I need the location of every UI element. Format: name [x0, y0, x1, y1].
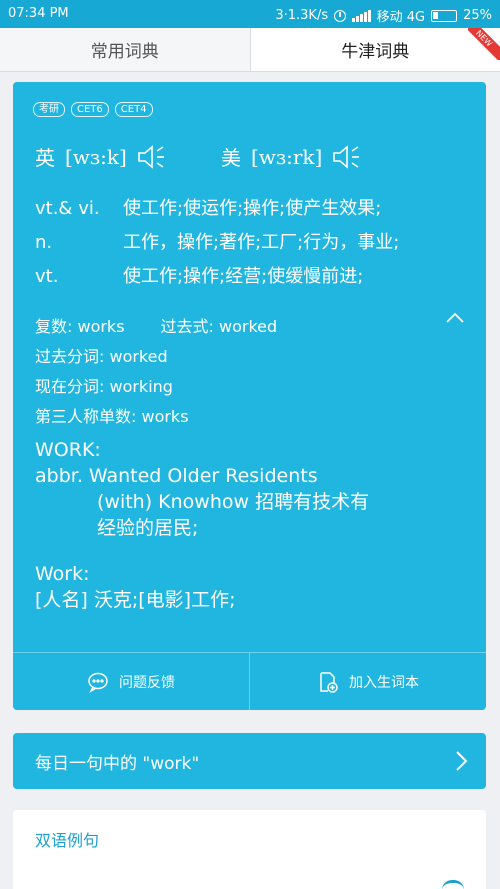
- tab-label: 牛津词典: [341, 42, 410, 62]
- pron-us-ipa: [wɜ:rk]: [251, 144, 323, 169]
- exam-tags: 考研 CET6 CET4: [33, 102, 153, 117]
- status-bar: 07:34 PM 3·1.3K/s 移动 4G 25%: [0, 0, 500, 28]
- chat-bubble-icon: [88, 672, 108, 693]
- tab-common-dictionary[interactable]: 常用词典: [0, 28, 250, 71]
- form-present-participle: 现在分词: working: [35, 377, 173, 396]
- form-plural: 复数: works: [35, 317, 125, 336]
- extra-entries: WORK: abbr. Wanted Older Residents (with…: [35, 437, 369, 613]
- abbr-heading: WORK:: [35, 439, 101, 461]
- definitions-list: vt.& vi. 使工作;使运作;操作;使产生效果; n. 工作，操作;著作;工…: [35, 192, 475, 294]
- dictionary-tabs: 常用词典 牛津词典 NEW: [0, 28, 500, 72]
- word-forms: 复数: works 过去式: worked 过去分词: worked 现在分词: …: [35, 312, 277, 432]
- word-form-row: 复数: works 过去式: worked: [35, 312, 277, 342]
- definition-row: vt. 使工作;操作;经营;使缓慢前进;: [35, 260, 475, 294]
- abbr-line: 经验的居民;: [97, 517, 199, 539]
- add-vocab-label: 加入生词本: [349, 674, 419, 691]
- new-badge: NEW: [468, 28, 500, 60]
- battery-icon: [431, 9, 458, 22]
- tab-oxford-dictionary[interactable]: 牛津词典 NEW: [249, 28, 500, 71]
- pron-uk-ipa: [wɜ:k]: [65, 144, 127, 169]
- definition-meaning: 工作，操作;著作;工厂;行为，事业;: [123, 232, 400, 253]
- tag-cet6: CET6: [71, 102, 109, 117]
- signal-icon: [352, 9, 371, 22]
- daily-sentence-link[interactable]: 每日一句中的 "work": [13, 733, 486, 789]
- chevron-up-icon[interactable]: [445, 310, 465, 324]
- pron-uk-label: 英: [35, 146, 55, 170]
- new-badge-text: NEW: [468, 28, 500, 60]
- abbr-line: abbr. Wanted Older Residents: [35, 465, 318, 487]
- bilingual-examples-section: 双语例句: [13, 810, 486, 889]
- abbr-line: (with) Knowhow 招聘有技术有: [97, 491, 370, 513]
- pronunciation-uk[interactable]: 英 [wɜ:k]: [35, 142, 167, 171]
- pron-us-label: 美: [221, 146, 241, 170]
- form-past: 过去式: worked: [160, 317, 278, 336]
- form-past-participle: 过去分词: worked: [35, 347, 168, 366]
- tag-kaoyan: 考研: [33, 102, 65, 117]
- battery-level: 25%: [463, 8, 492, 23]
- part-of-speech: n.: [35, 232, 53, 253]
- card-actions: 问题反馈 加入生词本: [13, 652, 486, 710]
- definition-meaning: 使工作;使运作;操作;使产生效果;: [123, 198, 382, 219]
- feedback-button[interactable]: 问题反馈: [13, 653, 249, 710]
- name-line: [人名] 沃克;[电影]工作;: [35, 589, 236, 611]
- clock-icon: [334, 9, 347, 22]
- feedback-label: 问题反馈: [119, 674, 175, 691]
- network-speed: 3·1.3K/s: [275, 8, 329, 23]
- chevron-right-icon: [456, 751, 468, 771]
- tab-label: 常用词典: [90, 42, 159, 62]
- name-heading: Work:: [35, 563, 90, 585]
- part-of-speech: vt.: [35, 266, 59, 287]
- definition-row: n. 工作，操作;著作;工厂;行为，事业;: [35, 226, 475, 260]
- partial-icon: [442, 880, 464, 889]
- definition-meaning: 使工作;操作;经营;使缓慢前进;: [123, 266, 364, 287]
- part-of-speech: vt.& vi.: [35, 198, 100, 219]
- speaker-icon[interactable]: [332, 143, 362, 171]
- form-third-person: 第三人称单数: works: [35, 407, 189, 426]
- section-title: 双语例句: [35, 831, 100, 850]
- tag-cet4: CET4: [114, 102, 153, 117]
- carrier-label: 移动 4G: [376, 10, 426, 25]
- definition-card: 考研 CET6 CET4 英 [wɜ:k] 美 [wɜ:rk] vt.& vi.…: [13, 82, 486, 710]
- status-right: 3·1.3K/s 移动 4G 25%: [275, 6, 492, 25]
- speaker-icon[interactable]: [137, 143, 167, 171]
- status-time: 07:34 PM: [8, 6, 69, 21]
- definition-row: vt.& vi. 使工作;使运作;操作;使产生效果;: [35, 192, 475, 226]
- add-vocab-button[interactable]: 加入生词本: [249, 653, 486, 710]
- add-document-icon: [320, 671, 338, 693]
- pronunciation-us[interactable]: 美 [wɜ:rk]: [221, 142, 362, 171]
- daily-sentence-label: 每日一句中的 "work": [35, 753, 200, 774]
